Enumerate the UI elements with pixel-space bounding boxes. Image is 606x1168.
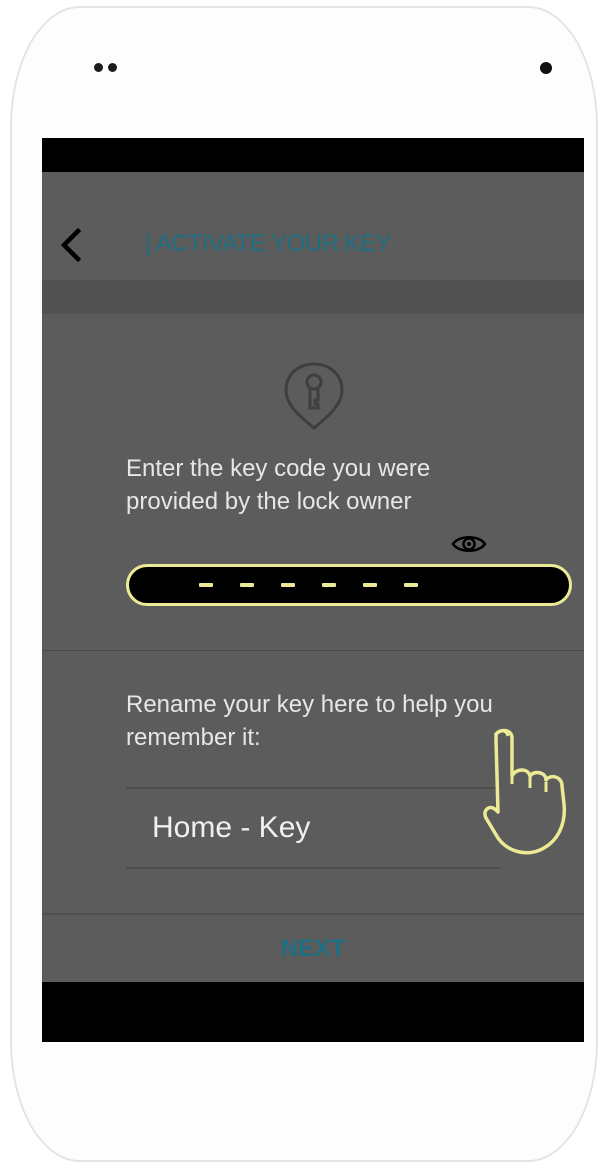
- eye-icon[interactable]: [451, 532, 487, 556]
- code-dash: [281, 583, 295, 587]
- app-screen: | ACTIVATE YOUR KEY Enter the key code y…: [42, 138, 584, 1042]
- front-camera: [540, 62, 552, 74]
- code-dash: [322, 583, 336, 587]
- header-divider: [42, 280, 584, 314]
- key-code-input[interactable]: [126, 564, 572, 606]
- code-dash: [404, 583, 418, 587]
- code-dash: [363, 583, 377, 587]
- speaker-dots: [94, 63, 117, 72]
- key-pin-icon: [284, 362, 344, 430]
- status-bar: [42, 138, 584, 172]
- next-button[interactable]: NEXT: [42, 915, 584, 982]
- chevron-left-icon[interactable]: [58, 228, 84, 262]
- input-bottom-line: [126, 867, 500, 869]
- instruction-text: Enter the key code you were provided by …: [126, 455, 431, 515]
- page-title: | ACTIVATE YOUR KEY: [145, 230, 392, 257]
- section-divider: [42, 650, 584, 651]
- key-name-input[interactable]: [126, 789, 500, 867]
- code-dash: [199, 583, 213, 587]
- navigation-bar: [42, 982, 584, 1042]
- code-dash: [240, 583, 254, 587]
- rename-label: Rename your key here to help you remembe…: [126, 691, 493, 751]
